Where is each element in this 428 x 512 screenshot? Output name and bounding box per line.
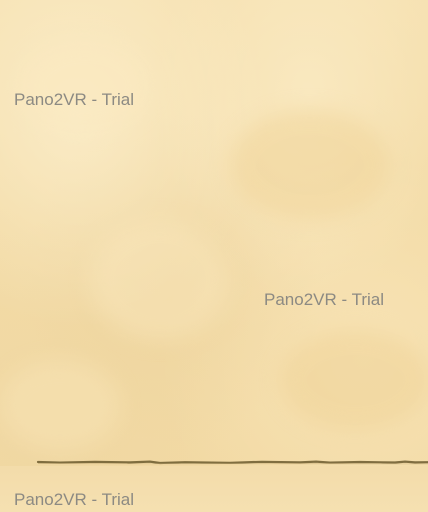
trial-watermark: Pano2VR - Trial	[264, 290, 384, 309]
parchment-texture	[280, 330, 428, 430]
parchment-texture	[0, 360, 120, 450]
trial-watermark: Pano2VR - Trial	[14, 490, 134, 509]
panorama-viewport[interactable]: Pano2VR - Trial Pano2VR - Trial Pano2VR …	[0, 0, 428, 512]
parchment-texture	[90, 220, 230, 340]
trial-watermark: Pano2VR - Trial	[14, 90, 134, 109]
parchment-texture	[230, 110, 390, 220]
paper-seam	[0, 458, 428, 466]
parchment-texture	[20, 40, 150, 130]
